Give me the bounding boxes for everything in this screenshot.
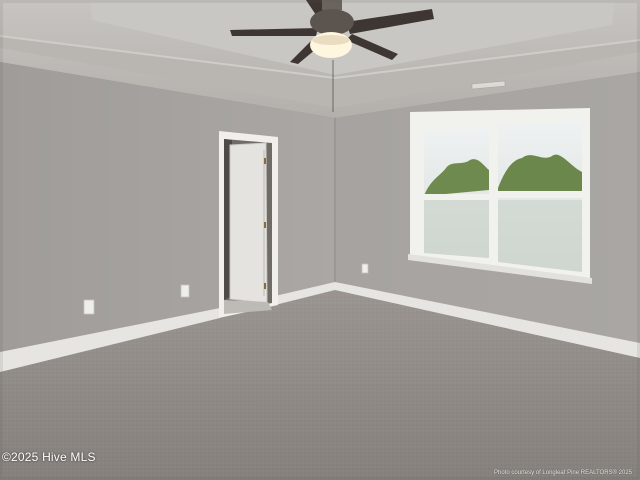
room-illustration	[0, 0, 640, 480]
wall-outlet-3	[361, 263, 369, 274]
doorway[interactable]	[219, 131, 278, 318]
room-photo: ©2025 Hive MLS Photo courtesy of Longlea…	[0, 0, 640, 480]
wall-outlet-1	[83, 299, 95, 315]
wall-outlet-2	[180, 284, 190, 298]
window	[408, 108, 592, 284]
interior-door[interactable]	[229, 142, 268, 304]
door-hinge	[264, 158, 266, 164]
watermark-left: ©2025 Hive MLS	[2, 450, 96, 464]
watermark-right: Photo courtesy of Longleaf Pine REALTORS…	[494, 470, 632, 476]
